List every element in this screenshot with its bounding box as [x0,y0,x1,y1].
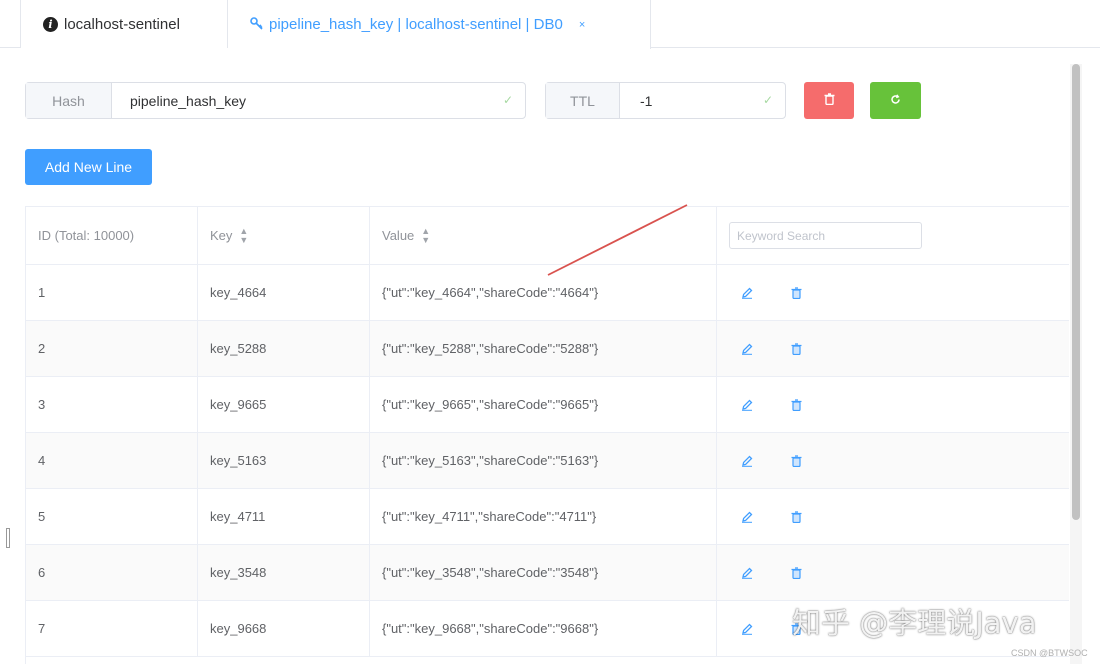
cell-id: 3 [26,377,198,432]
scrollbar-thumb[interactable] [1072,64,1080,520]
cell-value: {"ut":"key_9668","shareCode":"9668"} [370,601,717,656]
cell-value: {"ut":"key_5163","shareCode":"5163"} [370,433,717,488]
cell-id: 6 [26,545,198,600]
sort-icon[interactable]: ▲ ▼ [239,226,248,245]
ttl-label: TTL [546,83,620,118]
column-header-label: ID (Total: 10000) [38,228,135,243]
sort-icon[interactable]: ▲ ▼ [421,226,430,245]
tab-label: localhost-sentinel [64,15,180,33]
cell-id: 5 [26,489,198,544]
watermark: 知乎 @李理说Java [792,606,1037,640]
table-row: 2 key_5288 {"ut":"key_5288","shareCode":"5… [26,321,1069,377]
cell-id: 4 [26,433,198,488]
cell-key: key_5163 [198,433,370,488]
column-header-actions [717,207,1069,264]
cell-key: key_3548 [198,545,370,600]
ttl-input[interactable]: -1 ✓ [620,83,785,118]
column-header-label: Key [210,228,233,243]
sub-watermark: CSDN @BTWSOC [1011,648,1088,658]
cell-value: {"ut":"key_4711","shareCode":"4711"} [370,489,717,544]
edit-icon[interactable] [741,343,753,355]
delete-key-button[interactable] [804,82,854,119]
cell-id: 2 [26,321,198,376]
info-icon: i [43,16,58,32]
check-icon: ✓ [502,93,513,107]
edit-icon[interactable] [741,623,753,635]
hash-value: pipeline_hash_key [130,92,246,109]
cell-actions [717,489,1069,544]
hash-field[interactable]: Hash pipeline_hash_key ✓ [25,82,526,119]
add-new-line-button[interactable]: Add New Line [25,149,152,185]
cell-actions [717,433,1069,488]
refresh-icon [890,93,901,108]
cell-actions [717,545,1069,600]
edit-icon[interactable] [741,567,753,579]
hash-label: Hash [26,83,112,118]
ttl-value: -1 [640,92,653,109]
trash-icon[interactable] [791,286,802,299]
cell-key: key_4711 [198,489,370,544]
cell-key: key_9668 [198,601,370,656]
trash-icon[interactable] [791,566,802,579]
cell-key: key_9665 [198,377,370,432]
table-row: 4 key_5163 {"ut":"key_5163","shareCode":"5… [26,433,1069,489]
trash-icon [824,93,835,108]
table-row: 6 key_3548 {"ut":"key_3548","shareCode":"3… [26,545,1069,601]
annotation-arrow [547,204,688,276]
cell-key: key_5288 [198,321,370,376]
column-header-key[interactable]: Key ▲ ▼ [198,207,370,264]
hash-input[interactable]: pipeline_hash_key ✓ [112,83,525,118]
check-icon: ✓ [762,93,773,107]
trash-icon[interactable] [791,510,802,523]
table-row: 5 key_4711 {"ut":"key_4711","shareCode":"4… [26,489,1069,545]
keyword-search-input[interactable] [729,222,922,249]
resize-handle[interactable] [6,528,10,548]
tab-pipeline-hash-key[interactable]: pipeline_hash_key | localhost-sentinel |… [228,0,651,49]
close-icon[interactable]: × [579,19,585,31]
trash-icon[interactable] [791,398,802,411]
trash-icon[interactable] [791,454,802,467]
ttl-field[interactable]: TTL -1 ✓ [545,82,786,119]
column-header-id: ID (Total: 10000) [26,207,198,264]
edit-icon[interactable] [741,287,753,299]
cell-id: 7 [26,601,198,656]
cell-actions [717,377,1069,432]
vertical-scrollbar[interactable] [1070,64,1082,664]
cell-value: {"ut":"key_9665","shareCode":"9665"} [370,377,717,432]
refresh-button[interactable] [870,82,921,119]
cell-id: 1 [26,265,198,320]
key-icon [250,16,263,33]
cell-value: {"ut":"key_5288","shareCode":"5288"} [370,321,717,376]
cell-actions [717,321,1069,376]
cell-value: {"ut":"key_3548","shareCode":"3548"} [370,545,717,600]
cell-actions [717,265,1069,320]
edit-icon[interactable] [741,399,753,411]
tab-bar: i localhost-sentinel pipeline_hash_key |… [0,0,1100,49]
tab-localhost-sentinel[interactable]: i localhost-sentinel [20,0,228,48]
tab-label: pipeline_hash_key | localhost-sentinel |… [269,16,563,33]
column-header-label: Value [382,228,415,243]
table-row: 3 key_9665 {"ut":"key_9665","shareCode":"9… [26,377,1069,433]
edit-icon[interactable] [741,455,753,467]
trash-icon[interactable] [791,342,802,355]
cell-key: key_4664 [198,265,370,320]
edit-icon[interactable] [741,511,753,523]
